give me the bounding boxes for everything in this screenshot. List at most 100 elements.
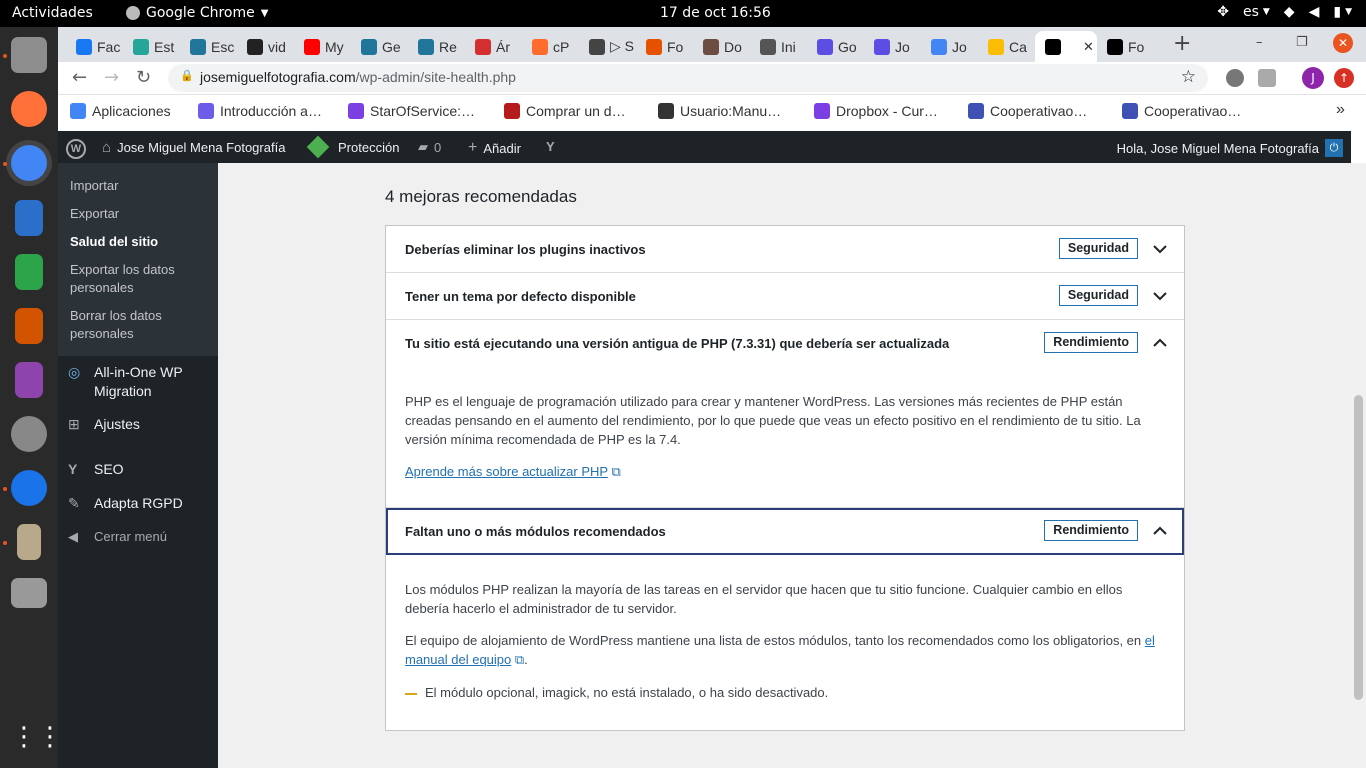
maximize-icon[interactable]: ❐	[1296, 35, 1308, 50]
star-icon[interactable]: ☆	[1181, 67, 1196, 87]
more-bookmarks-icon[interactable]: »	[1336, 101, 1345, 119]
recommended-heading: 4 mejoras recomendadas	[385, 187, 577, 206]
battery-icon[interactable]: ▮	[1333, 4, 1341, 20]
browser-tab[interactable]: Re	[408, 31, 465, 62]
bookmark-item[interactable]: Dropbox - Cur…	[814, 103, 938, 119]
browser-tab[interactable]: cP	[522, 31, 579, 62]
thunderbird-icon[interactable]	[11, 470, 47, 506]
menu-settings[interactable]: ⊞ Ajustes	[68, 415, 140, 434]
submenu-export-personal-data[interactable]: Exportar los datos personales	[70, 261, 200, 297]
tab-label: Ca	[1009, 38, 1027, 55]
running-indicator	[3, 541, 7, 545]
warning-dash-icon	[405, 692, 417, 695]
lock-icon[interactable]: 🔒	[180, 69, 194, 82]
update-icon[interactable]: ↑	[1334, 68, 1354, 88]
page-scrollbar[interactable]	[1351, 163, 1366, 768]
settings-icon[interactable]	[11, 416, 47, 452]
clock[interactable]: 17 de oct 16:56	[660, 5, 771, 21]
browser-tab[interactable]: Ge	[351, 31, 408, 62]
wordpress-logo-icon[interactable]: W	[66, 139, 86, 159]
browser-tab[interactable]: Jo	[921, 31, 978, 62]
minimize-icon[interactable]: –	[1256, 35, 1263, 50]
browser-tab[interactable]: Esc	[180, 31, 237, 62]
protection-label: Protección	[338, 139, 400, 155]
browser-tab[interactable]: Go	[807, 31, 864, 62]
issue-row-php-version[interactable]: Tu sitio está ejecutando una versión ant…	[386, 320, 1184, 367]
browser-tab[interactable]: Est	[123, 31, 180, 62]
volume-icon[interactable]: ◀	[1309, 4, 1320, 20]
browser-tab[interactable]: Ca	[978, 31, 1035, 62]
bookmark-item[interactable]: Cooperativao…	[1122, 103, 1241, 119]
bookmark-item[interactable]: Cooperativao…	[968, 103, 1087, 119]
bookmark-item[interactable]: StarOfService:…	[348, 103, 475, 119]
system-tray[interactable]: ✥ es ▼ ◆ ◀ ▮ ▼	[1217, 4, 1352, 20]
new-tab-icon[interactable]: +	[1173, 31, 1191, 56]
browser-tab[interactable]: Fo	[636, 31, 693, 62]
issue-row-missing-modules[interactable]: Faltan uno o más módulos recomendados Re…	[386, 508, 1184, 555]
browser-tab[interactable]: Jo	[864, 31, 921, 62]
code-extension-icon[interactable]	[1258, 69, 1276, 87]
files-icon[interactable]	[11, 37, 47, 73]
browser-tab[interactable]: Fac	[66, 31, 123, 62]
close-tab-icon[interactable]: ✕	[1083, 39, 1094, 55]
address-bar[interactable]: 🔒 josemiguelfotografia.com/wp-admin/site…	[168, 64, 1208, 92]
tab-favicon-icon	[817, 38, 833, 55]
menu-all-in-one-migration[interactable]: ◎ All-in-One WP Migration	[68, 363, 204, 401]
wifi-icon[interactable]: ◆	[1284, 4, 1295, 20]
browser-tab[interactable]: Fo	[1097, 31, 1157, 62]
menu-seo[interactable]: Y SEO	[68, 460, 124, 479]
issue-description-2: El equipo de alojamiento de WordPress ma…	[405, 633, 1142, 648]
protection-link[interactable]: Protección	[306, 135, 400, 159]
submenu-import[interactable]: Importar	[70, 177, 118, 195]
drive-icon[interactable]	[11, 578, 47, 608]
submenu-erase-personal-data[interactable]: Borrar los datos personales	[70, 307, 200, 343]
learn-php-link[interactable]: Aprende más sobre actualizar PHP	[405, 464, 608, 479]
writer-icon[interactable]	[15, 200, 43, 236]
menu-label: Cerrar menú	[94, 529, 167, 544]
account-menu[interactable]: Hola, Jose Miguel Mena Fotografía ⏻	[1117, 139, 1343, 157]
profile-avatar[interactable]: J	[1302, 67, 1324, 89]
bookmark-favicon-icon	[504, 103, 520, 119]
add-new-link[interactable]: + Añadir	[468, 139, 521, 157]
issue-row-inactive-plugins[interactable]: Deberías eliminar los plugins inactivos …	[386, 226, 1184, 273]
menu-adapta-rgpd[interactable]: ✎ Adapta RGPD	[68, 494, 183, 513]
chrome-icon[interactable]	[11, 145, 47, 181]
toolbar: ← → ↻ 🔒 josemiguelfotografia.com/wp-admi…	[58, 62, 1366, 95]
archive-icon[interactable]	[17, 524, 41, 560]
browser-tab[interactable]: Ini	[750, 31, 807, 62]
bookmark-item[interactable]: Usuario:Manu…	[658, 103, 781, 119]
firefox-icon[interactable]	[11, 91, 47, 127]
running-indicator	[3, 162, 7, 166]
show-applications-icon[interactable]: ⋮⋮	[11, 719, 63, 755]
comments-link[interactable]: ▰ 0	[418, 139, 441, 155]
browser-tab[interactable]: Ár	[465, 31, 522, 62]
issue-title: Faltan uno o más módulos recomendados	[405, 524, 666, 539]
bookmark-item[interactable]: Introducción a…	[198, 103, 322, 119]
close-window-icon[interactable]: ✕	[1333, 33, 1353, 53]
bookmark-item[interactable]: Comprar un d…	[504, 103, 626, 119]
app-menu[interactable]: Google Chrome ▼	[126, 5, 268, 21]
site-name-link[interactable]: ⌂ Jose Miguel Mena Fotografía	[102, 139, 285, 156]
browser-tab[interactable]: vid	[237, 31, 294, 62]
back-icon[interactable]: ←	[72, 67, 87, 88]
impress-icon[interactable]	[15, 308, 43, 344]
bookmark-item[interactable]: Aplicaciones	[70, 103, 171, 119]
submenu-export[interactable]: Exportar	[70, 205, 119, 223]
extension-icon[interactable]	[1226, 69, 1244, 87]
base-icon[interactable]	[15, 362, 43, 398]
activities-button[interactable]: Actividades	[12, 5, 93, 21]
browser-tab[interactable]: Do	[693, 31, 750, 62]
yoast-icon[interactable]: Y	[546, 139, 555, 154]
browser-tab[interactable]: My	[294, 31, 351, 62]
issue-row-default-theme[interactable]: Tener un tema por defecto disponible Seg…	[386, 273, 1184, 320]
calc-icon[interactable]	[15, 254, 43, 290]
submenu-site-health[interactable]: Salud del sitio	[70, 233, 158, 251]
language-indicator[interactable]: es	[1243, 4, 1259, 20]
collapse-menu[interactable]: ◀ Cerrar menú	[68, 527, 167, 546]
browser-tab[interactable]: ✕	[1035, 31, 1097, 62]
dropbox-icon[interactable]: ✥	[1217, 4, 1229, 20]
reload-icon[interactable]: ↻	[136, 67, 151, 88]
forward-icon[interactable]: →	[104, 67, 119, 88]
scrollbar-thumb[interactable]	[1354, 395, 1363, 700]
browser-tab[interactable]: ▷ S	[579, 31, 636, 62]
